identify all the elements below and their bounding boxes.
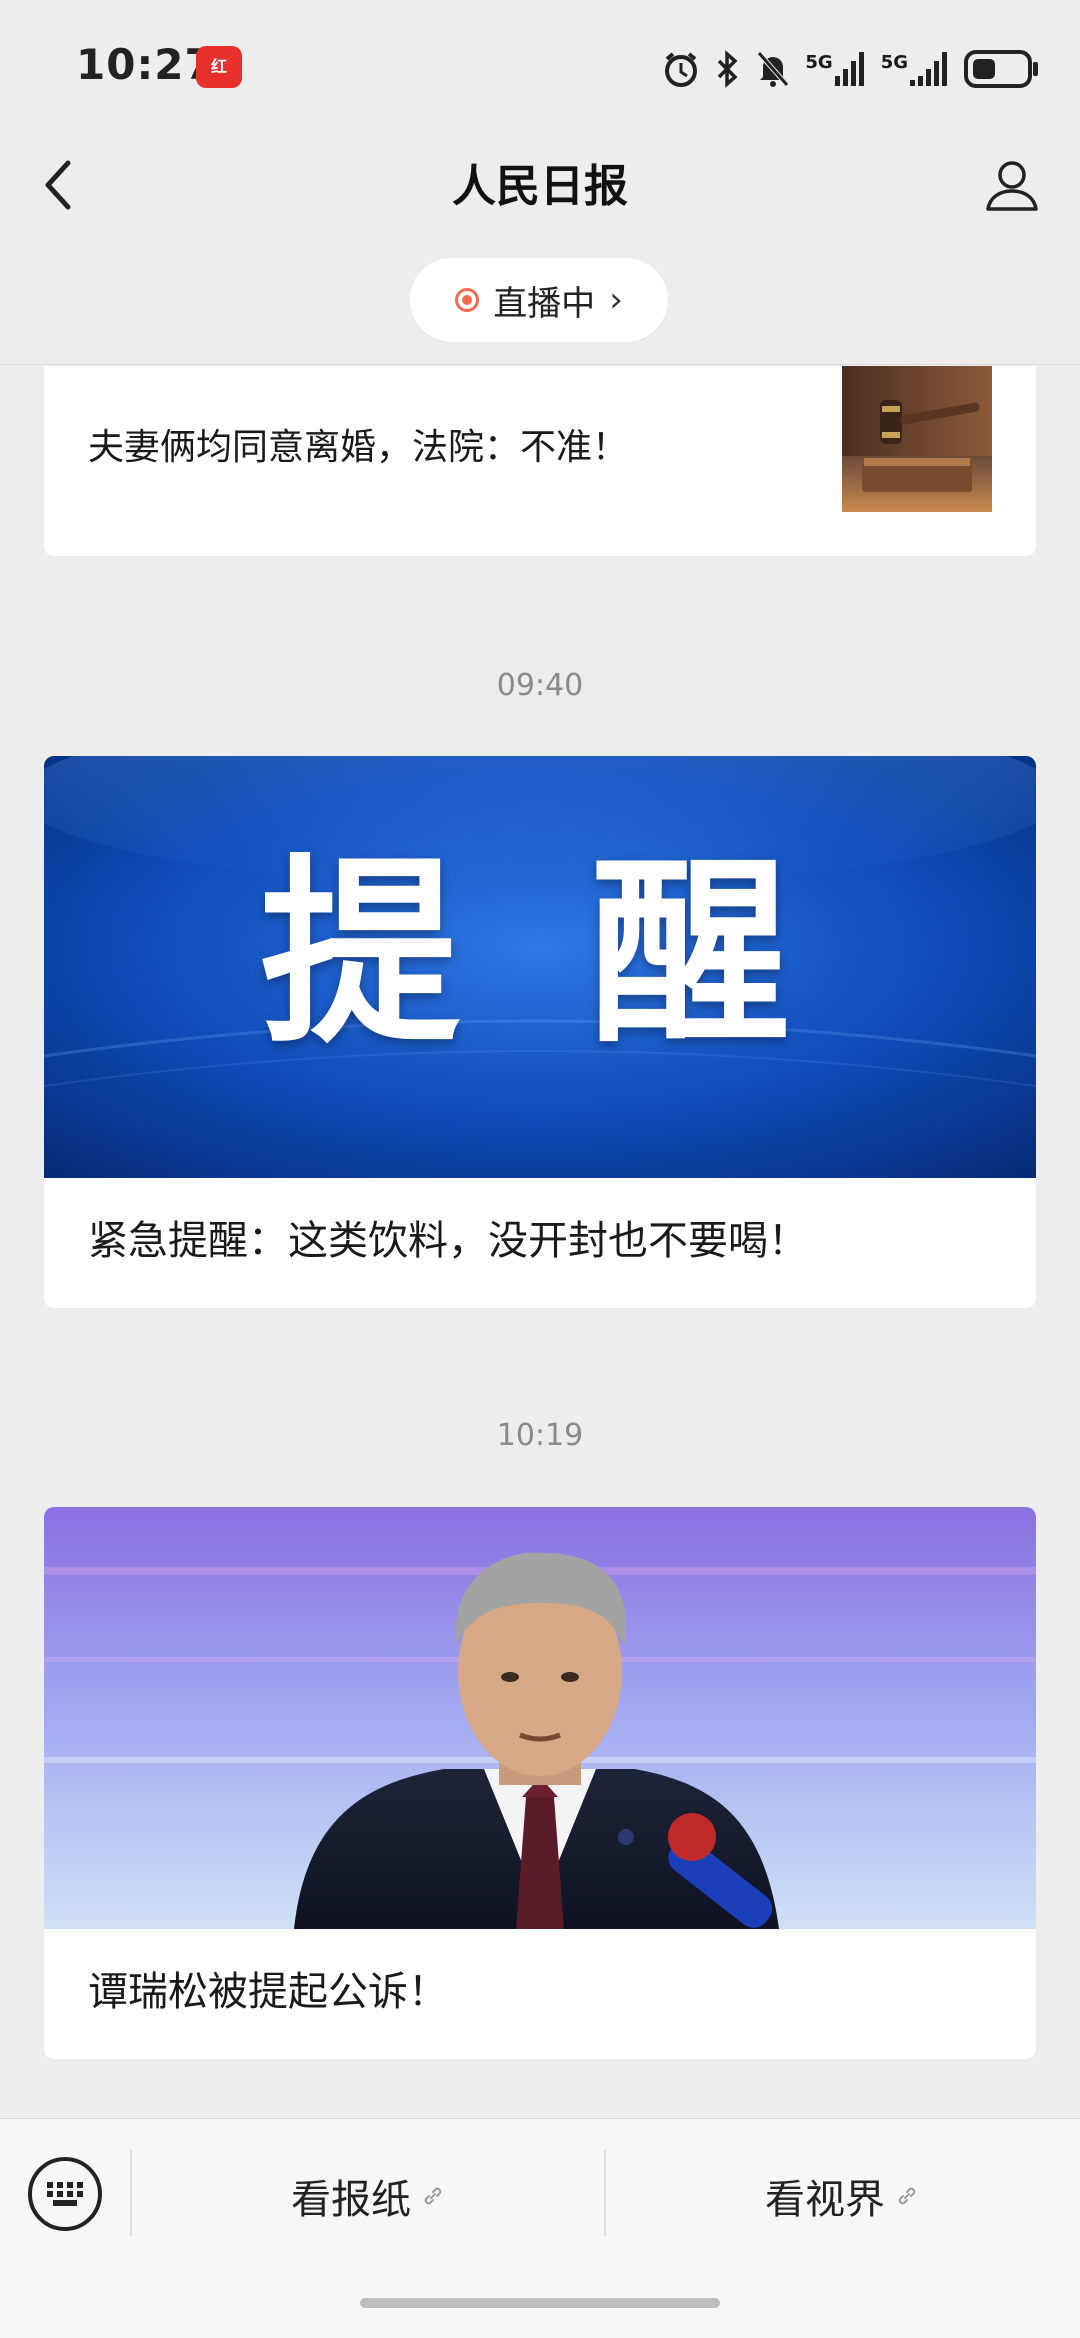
keyboard-toggle-button[interactable]	[28, 2157, 102, 2231]
news-headline: 紧急提醒：这类饮料，没开封也不要喝！	[88, 1218, 808, 1264]
network-label: 5G	[805, 52, 833, 73]
bluetooth-icon	[718, 50, 738, 88]
timestamp: 10:19	[496, 1418, 584, 1453]
banner-text: 提 醒	[260, 836, 820, 1071]
app-notification-icon: 红	[196, 46, 242, 88]
live-indicator-icon	[455, 288, 480, 312]
news-thumbnail	[842, 366, 992, 512]
home-indicator[interactable]	[360, 2298, 720, 2308]
menu-item-label: 看视界	[765, 2177, 885, 2223]
profile-icon[interactable]	[982, 155, 1042, 215]
menu-item-label: 看报纸	[291, 2177, 411, 2223]
network-label: 5G	[880, 52, 908, 73]
news-banner-image: 提 醒	[44, 756, 1036, 1178]
header-divider	[0, 364, 1080, 365]
news-banner-image	[44, 1507, 1036, 1929]
battery-icon	[964, 50, 1038, 88]
news-card[interactable]: 提 醒 紧急提醒：这类饮料，没开封也不要喝！	[44, 756, 1036, 1308]
signal-5g-icon: 5G	[881, 52, 950, 86]
mute-bell-icon	[757, 51, 790, 87]
keyboard-icon	[47, 2182, 83, 2206]
news-card[interactable]: 谭瑞松被提起公诉！	[44, 1507, 1036, 2059]
link-icon	[424, 2187, 442, 2205]
live-button[interactable]: 直播中 ›	[410, 258, 668, 342]
alarm-icon	[665, 52, 698, 87]
status-time: 10:27	[76, 40, 215, 89]
live-label: 直播中	[493, 283, 596, 324]
chevron-right-icon: ›	[609, 280, 623, 320]
link-icon	[898, 2187, 916, 2205]
menu-item-vision[interactable]: 看视界	[606, 2166, 1078, 2226]
page-title: 人民日报	[452, 161, 628, 212]
news-headline: 夫妻俩均同意离婚，法院：不准！	[88, 427, 629, 468]
status-icons: 5G 5G	[661, 44, 1040, 94]
news-card[interactable]: 夫妻俩均同意离婚，法院：不准！	[44, 366, 1036, 556]
timestamp: 09:40	[496, 668, 584, 703]
signal-5g-icon: 5G	[805, 52, 866, 86]
news-headline: 谭瑞松被提起公诉！	[88, 1969, 448, 2015]
menu-item-newspaper[interactable]: 看报纸	[132, 2166, 604, 2226]
